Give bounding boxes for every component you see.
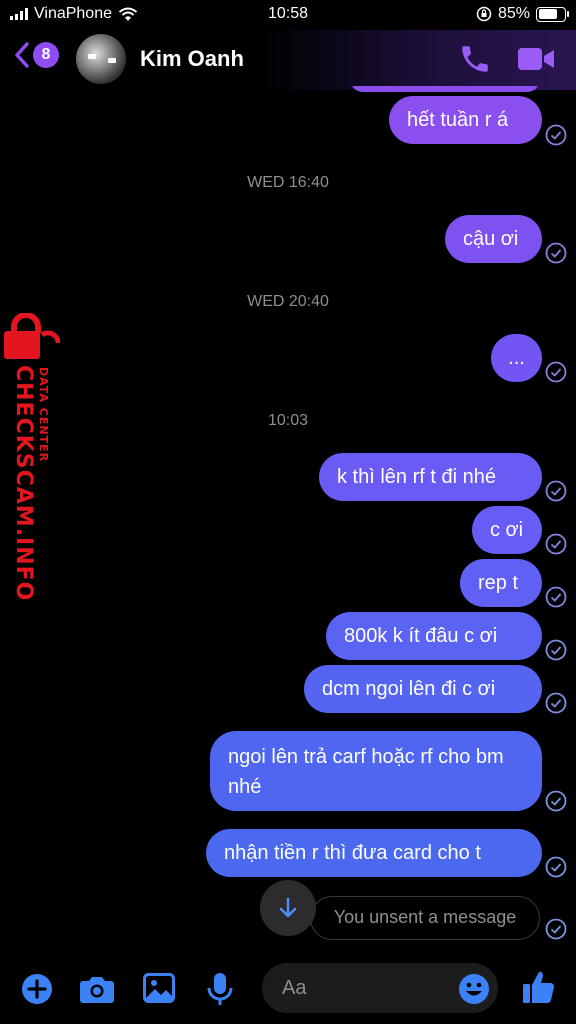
message-bubble[interactable]: dcm ngoi lên đi c ơi	[304, 665, 542, 713]
timestamp: WED 16:40	[247, 174, 329, 191]
delivered-check-icon	[545, 790, 567, 812]
battery-percent: 85%	[497, 5, 530, 22]
scroll-to-bottom-button[interactable]	[260, 880, 316, 936]
watermark: CHECKSCAM.INFO DATA CENTER	[0, 305, 66, 602]
message-text: dcm ngoi lên đi c ơi	[322, 678, 496, 700]
message-bubble[interactable]: ...	[491, 334, 542, 382]
emoji-icon[interactable]	[458, 973, 490, 1005]
message-bubble[interactable]: nhận tiền r thì đưa card cho t	[206, 829, 542, 877]
watermark-subtext: DATA CENTER	[37, 367, 50, 463]
timestamp: 10:03	[267, 412, 309, 429]
delivered-check-icon	[545, 692, 567, 714]
plus-icon[interactable]	[20, 972, 54, 1006]
message-bubble[interactable]: 800k k ít đâu c ơi	[326, 612, 542, 660]
padlock-icon	[4, 313, 60, 359]
video-call-icon[interactable]	[516, 44, 556, 74]
message-text: k thì lên rf t đi nhé	[337, 466, 496, 488]
thumbs-up-icon[interactable]	[522, 969, 556, 1005]
message-text: nhận tiền r thì đưa card cho t	[224, 842, 481, 864]
delivered-check-icon	[545, 639, 567, 661]
chat-header: 8 Kim Oanh	[0, 30, 576, 90]
message-text: ...	[508, 347, 525, 369]
delivered-check-icon	[545, 586, 567, 608]
microphone-icon[interactable]	[207, 972, 233, 1006]
back-button[interactable]: 8	[14, 42, 59, 68]
gallery-icon[interactable]	[143, 973, 175, 1003]
timestamp: WED 20:40	[247, 293, 329, 310]
delivered-check-icon	[545, 361, 567, 383]
delivered-check-icon	[545, 533, 567, 555]
message-bubble[interactable]: hết tuần r á	[389, 96, 542, 144]
unread-badge: 8	[33, 42, 59, 68]
message-bubble[interactable]: c ơi	[472, 506, 542, 554]
orientation-lock-icon	[476, 6, 492, 22]
delivered-check-icon	[545, 124, 567, 146]
status-bar: VinaPhone 10:58 85%	[0, 0, 576, 30]
battery-icon	[536, 6, 569, 22]
composer-bar: Aa	[0, 960, 576, 1024]
message-bubble[interactable]: ngoi lên trả carf hoặc rf cho bm nhé	[210, 731, 542, 811]
message-text: hết tuần r á	[407, 109, 509, 131]
delivered-check-icon	[545, 856, 567, 878]
camera-icon[interactable]	[79, 974, 115, 1004]
message-text: cậu ơi	[463, 228, 519, 250]
message-bubble[interactable]: cậu ơi	[445, 215, 542, 263]
unsent-message: You unsent a message	[310, 896, 540, 940]
delivered-check-icon	[545, 242, 567, 264]
watermark-text: CHECKSCAM.INFO	[11, 365, 36, 602]
phone-call-icon[interactable]	[458, 42, 492, 76]
contact-name[interactable]: Kim Oanh	[140, 46, 244, 72]
message-text: rep t	[478, 572, 519, 594]
delivered-check-icon	[545, 918, 567, 940]
message-text: 800k k ít đâu c ơi	[344, 625, 498, 647]
message-input-placeholder: Aa	[282, 977, 307, 999]
message-bubble[interactable]: rep t	[460, 559, 542, 607]
chevron-left-icon	[15, 42, 29, 68]
message-text: c ơi	[490, 519, 524, 541]
avatar[interactable]	[76, 34, 126, 84]
arrow-down-icon	[279, 897, 297, 918]
delivered-check-icon	[545, 480, 567, 502]
status-right: 85%	[476, 5, 569, 23]
message-bubble[interactable]: k thì lên rf t đi nhé	[319, 453, 542, 501]
message-text: ngoi lên trả carf hoặc rf cho bm nhé	[228, 746, 504, 798]
